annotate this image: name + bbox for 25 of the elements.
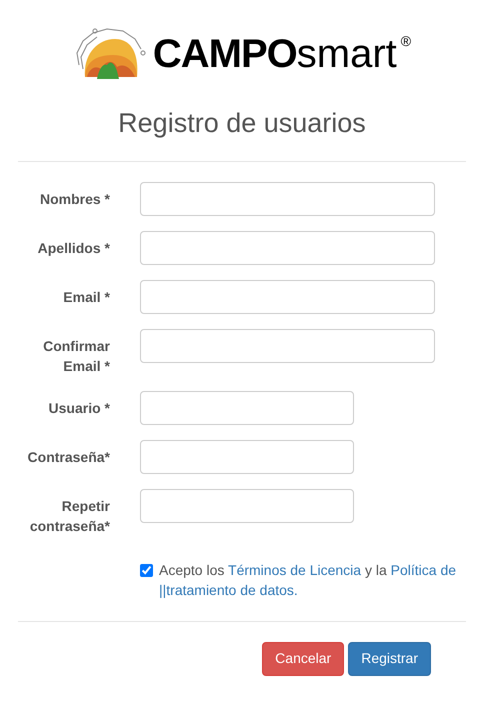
field-label: Usuario * [48, 398, 110, 418]
field-label: Email * [62, 288, 110, 307]
field-label: Apellidos * [36, 238, 110, 258]
field-label: Confirmar Email * [42, 336, 110, 376]
input-field[interactable] [140, 230, 435, 265]
form-button[interactable]: Registrar [348, 642, 431, 676]
terms-link[interactable]: Términos de Licencia [228, 562, 362, 578]
input-field[interactable] [140, 280, 435, 314]
terms-link[interactable]: Política de [390, 562, 456, 578]
terms-link[interactable]: ||tratamiento de datos. [159, 582, 298, 598]
brand-suffix: smart [296, 34, 397, 74]
agreement-text: Acepto los Términos de Licencia y la Política de ||tratamiento de datos. [159, 560, 456, 600]
field-label: Nombres * [38, 190, 110, 209]
field-label: Contraseña* [26, 448, 110, 467]
field-label: Repetir contraseña* [28, 496, 110, 536]
input-field[interactable] [140, 390, 354, 425]
input-field[interactable] [140, 182, 435, 216]
input-field[interactable] [140, 440, 354, 474]
registered-mark: ® [400, 32, 412, 51]
brand-name: CAMPO [152, 34, 297, 74]
page-title: Registro de usuarios [117, 107, 367, 140]
agreement-checkbox[interactable] [140, 564, 153, 577]
input-field[interactable] [140, 488, 354, 523]
form-button[interactable]: Cancelar [262, 642, 344, 676]
input-field[interactable] [140, 328, 435, 363]
